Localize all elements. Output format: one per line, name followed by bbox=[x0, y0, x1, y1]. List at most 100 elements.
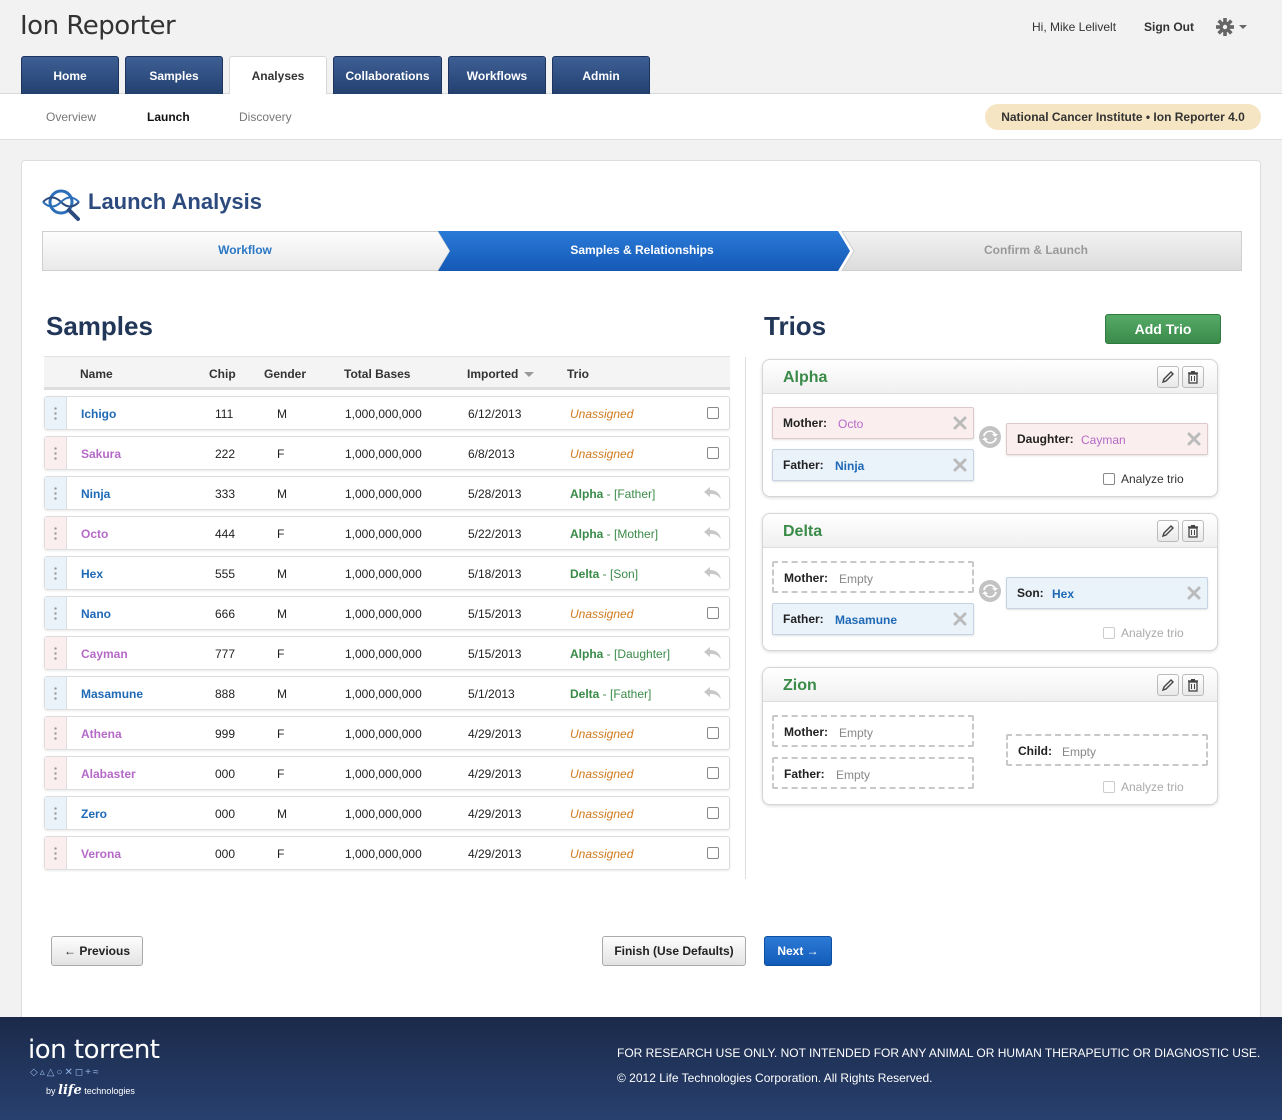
swap-icon[interactable] bbox=[979, 580, 1001, 602]
row-checkbox[interactable] bbox=[707, 807, 719, 819]
gear-icon[interactable] bbox=[1214, 16, 1248, 38]
table-row[interactable]: Athena 999 F 1,000,000,000 4/29/2013 Unassign… bbox=[44, 716, 730, 750]
sample-name[interactable]: Cayman bbox=[81, 647, 128, 661]
row-checkbox[interactable] bbox=[707, 767, 719, 779]
drag-handle-icon[interactable] bbox=[45, 757, 67, 789]
tab-collaborations[interactable]: Collaborations bbox=[333, 56, 442, 94]
tab-analyses[interactable]: Analyses bbox=[229, 56, 327, 95]
col-chip[interactable]: Chip bbox=[209, 367, 236, 381]
mother-slot[interactable]: Mother: Empty bbox=[772, 561, 974, 593]
sample-gender: M bbox=[277, 407, 287, 421]
swap-icon[interactable] bbox=[979, 426, 1001, 448]
sample-name[interactable]: Sakura bbox=[81, 447, 121, 461]
subnav-discovery[interactable]: Discovery bbox=[239, 110, 292, 124]
unassign-icon[interactable] bbox=[703, 566, 723, 580]
sign-out-link[interactable]: Sign Out bbox=[1144, 20, 1194, 34]
table-row[interactable]: Cayman 777 F 1,000,000,000 5/15/2013 Alpha - … bbox=[44, 636, 730, 670]
remove-icon[interactable] bbox=[953, 458, 967, 472]
analyze-trio-checkbox[interactable]: Analyze trio bbox=[1103, 472, 1184, 486]
mother-slot[interactable]: Mother: Empty bbox=[772, 715, 974, 747]
edit-pencil-icon[interactable] bbox=[1157, 520, 1179, 542]
table-row[interactable]: Sakura 222 F 1,000,000,000 6/8/2013 Unassigne… bbox=[44, 436, 730, 470]
drag-handle-icon[interactable] bbox=[45, 717, 67, 749]
table-row[interactable]: Masamune 888 M 1,000,000,000 5/1/2013 Delta -… bbox=[44, 676, 730, 710]
drag-handle-icon[interactable] bbox=[45, 477, 67, 509]
subnav-overview[interactable]: Overview bbox=[46, 110, 96, 124]
row-checkbox[interactable] bbox=[707, 607, 719, 619]
col-trio[interactable]: Trio bbox=[567, 367, 589, 381]
edit-pencil-icon[interactable] bbox=[1157, 366, 1179, 388]
row-checkbox[interactable] bbox=[707, 847, 719, 859]
father-slot[interactable]: Father: Ninja bbox=[772, 449, 974, 481]
sample-name[interactable]: Nano bbox=[81, 607, 111, 621]
tab-admin[interactable]: Admin bbox=[552, 56, 650, 94]
trash-icon[interactable] bbox=[1182, 674, 1204, 696]
unassign-icon[interactable] bbox=[703, 486, 723, 500]
previous-button[interactable]: ← Previous bbox=[51, 936, 143, 966]
row-checkbox[interactable] bbox=[707, 407, 719, 419]
drag-handle-icon[interactable] bbox=[45, 797, 67, 829]
drag-handle-icon[interactable] bbox=[45, 677, 67, 709]
drag-handle-icon[interactable] bbox=[45, 517, 67, 549]
child-slot[interactable]: Daughter: Cayman bbox=[1006, 423, 1208, 455]
unassign-icon[interactable] bbox=[703, 646, 723, 660]
col-total-bases[interactable]: Total Bases bbox=[344, 367, 410, 381]
row-checkbox[interactable] bbox=[707, 447, 719, 459]
sample-name[interactable]: Alabaster bbox=[81, 767, 136, 781]
wizard-step-confirm[interactable]: Confirm & Launch bbox=[842, 243, 1230, 257]
drag-handle-icon[interactable] bbox=[45, 837, 67, 869]
remove-icon[interactable] bbox=[953, 416, 967, 430]
sample-name[interactable]: Ichigo bbox=[81, 407, 116, 421]
trash-icon[interactable] bbox=[1182, 366, 1204, 388]
remove-icon[interactable] bbox=[953, 612, 967, 626]
drag-handle-icon[interactable] bbox=[45, 557, 67, 589]
sample-name[interactable]: Masamune bbox=[81, 687, 143, 701]
edit-pencil-icon[interactable] bbox=[1157, 674, 1179, 696]
sample-name[interactable]: Octo bbox=[81, 527, 108, 541]
wizard-step-samples[interactable]: Samples & Relationships bbox=[442, 243, 842, 257]
wizard-step-workflow[interactable]: Workflow bbox=[42, 243, 448, 257]
analyze-trio-checkbox[interactable]: Analyze trio bbox=[1103, 780, 1184, 794]
sample-name[interactable]: Athena bbox=[81, 727, 122, 741]
tab-workflows[interactable]: Workflows bbox=[448, 56, 546, 94]
next-button[interactable]: Next → bbox=[764, 936, 832, 966]
father-slot[interactable]: Father: Masamune bbox=[772, 603, 974, 635]
tab-samples[interactable]: Samples bbox=[125, 56, 223, 94]
table-row[interactable]: Octo 444 F 1,000,000,000 5/22/2013 Alpha - [M… bbox=[44, 516, 730, 550]
table-row[interactable]: Alabaster 000 F 1,000,000,000 4/29/2013 Unass… bbox=[44, 756, 730, 790]
table-row[interactable]: Zero 000 M 1,000,000,000 4/29/2013 Unassigned bbox=[44, 796, 730, 830]
sample-trio: Alpha - [Daughter] bbox=[570, 647, 670, 661]
drag-handle-icon[interactable] bbox=[45, 637, 67, 669]
add-trio-button[interactable]: Add Trio bbox=[1105, 314, 1221, 344]
drag-handle-icon[interactable] bbox=[45, 397, 67, 429]
trash-icon[interactable] bbox=[1182, 520, 1204, 542]
sample-name[interactable]: Hex bbox=[81, 567, 103, 581]
father-slot[interactable]: Father: Empty bbox=[772, 757, 974, 789]
col-name[interactable]: Name bbox=[80, 367, 113, 381]
sample-name[interactable]: Zero bbox=[81, 807, 107, 821]
table-row[interactable]: Verona 000 F 1,000,000,000 4/29/2013 Unassign… bbox=[44, 836, 730, 870]
table-row[interactable]: Hex 555 M 1,000,000,000 5/18/2013 Delta - [So… bbox=[44, 556, 730, 590]
remove-icon[interactable] bbox=[1187, 586, 1201, 600]
sample-chip: 777 bbox=[215, 647, 236, 661]
table-row[interactable]: Ichigo 111 M 1,000,000,000 6/12/2013 Unassign… bbox=[44, 396, 730, 430]
drag-handle-icon[interactable] bbox=[45, 597, 67, 629]
remove-icon[interactable] bbox=[1187, 432, 1201, 446]
col-imported[interactable]: Imported bbox=[467, 367, 535, 381]
child-slot[interactable]: Son: Hex bbox=[1006, 577, 1208, 609]
subnav-launch[interactable]: Launch bbox=[147, 110, 190, 124]
table-row[interactable]: Nano 666 M 1,000,000,000 5/15/2013 Unassigned bbox=[44, 596, 730, 630]
mother-slot[interactable]: Mother: Octo bbox=[772, 407, 974, 439]
drag-handle-icon[interactable] bbox=[45, 437, 67, 469]
tab-home[interactable]: Home bbox=[21, 56, 119, 94]
unassign-icon[interactable] bbox=[703, 526, 723, 540]
finish-defaults-button[interactable]: Finish (Use Defaults) bbox=[602, 936, 746, 966]
col-gender[interactable]: Gender bbox=[264, 367, 306, 381]
unassign-icon[interactable] bbox=[703, 686, 723, 700]
sample-name[interactable]: Verona bbox=[81, 847, 121, 861]
row-checkbox[interactable] bbox=[707, 727, 719, 739]
child-slot[interactable]: Child: Empty bbox=[1006, 734, 1208, 766]
table-row[interactable]: Ninja 333 M 1,000,000,000 5/28/2013 Alpha - [… bbox=[44, 476, 730, 510]
sample-name[interactable]: Ninja bbox=[81, 487, 110, 501]
analyze-trio-checkbox[interactable]: Analyze trio bbox=[1103, 626, 1184, 640]
